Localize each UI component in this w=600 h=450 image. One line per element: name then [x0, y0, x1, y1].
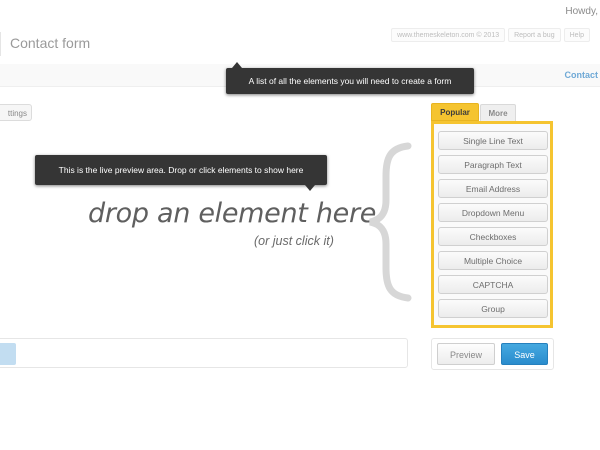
- curly-brace-icon: [369, 142, 412, 302]
- contact-link[interactable]: Contact: [565, 70, 599, 80]
- drop-subline: (or just click it): [254, 234, 334, 248]
- element-email-address-button[interactable]: Email Address: [438, 179, 548, 198]
- elements-tooltip: A list of all the elements you will need…: [226, 62, 474, 94]
- help-link[interactable]: Help: [563, 28, 590, 42]
- page-title: Contact form: [10, 35, 91, 51]
- element-paragraph-text-button[interactable]: Paragraph Text: [438, 155, 548, 174]
- tab-popular[interactable]: Popular: [431, 103, 479, 121]
- element-multiple-choice-button[interactable]: Multiple Choice: [438, 251, 548, 270]
- bottom-action-button[interactable]: [0, 343, 16, 365]
- report-bug-link[interactable]: Report a bug: [508, 28, 561, 42]
- element-group-button[interactable]: Group: [438, 299, 548, 318]
- greeting-text[interactable]: Howdy,: [565, 6, 598, 17]
- bottom-toolbar: [0, 338, 408, 368]
- header-divider: [0, 32, 1, 56]
- settings-tab[interactable]: ttings: [0, 104, 32, 121]
- element-captcha-button[interactable]: CAPTCHA: [438, 275, 548, 294]
- preview-button[interactable]: Preview: [437, 343, 495, 365]
- header-links: www.themeskeleton.com © 2013 Report a bu…: [388, 28, 590, 42]
- site-link[interactable]: www.themeskeleton.com © 2013: [391, 28, 506, 42]
- element-checkboxes-button[interactable]: Checkboxes: [438, 227, 548, 246]
- elements-panel: [431, 121, 553, 328]
- element-dropdown-menu-button[interactable]: Dropdown Menu: [438, 203, 548, 222]
- preview-tooltip: This is the live preview area. Drop or c…: [35, 155, 327, 191]
- tab-more[interactable]: More: [480, 104, 516, 122]
- drop-headline[interactable]: drop an element here: [88, 198, 376, 229]
- element-single-line-text-button[interactable]: Single Line Text: [438, 131, 548, 150]
- save-button[interactable]: Save: [501, 343, 548, 365]
- admin-bar: [0, 0, 600, 25]
